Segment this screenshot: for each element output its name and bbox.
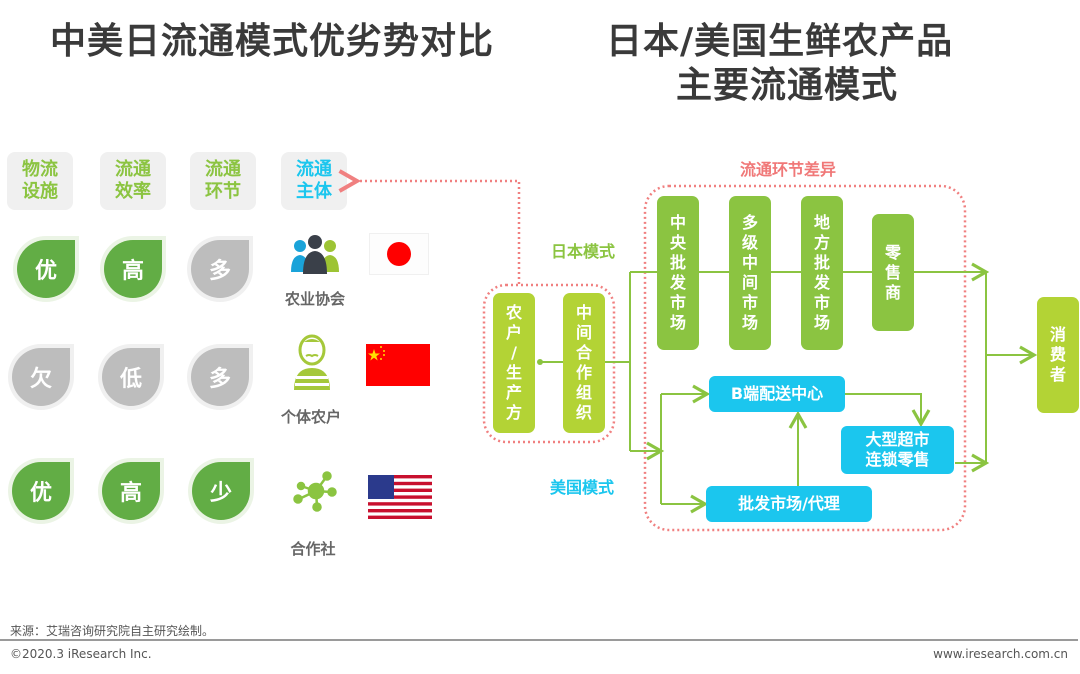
japan-mode-label: 日本模式 — [551, 242, 616, 261]
source-note: 来源：艾瑞咨询研究院自主研究绘制。 — [10, 624, 215, 638]
farmer-producer-node: 农户/生产方 — [493, 293, 535, 433]
consumer-node: 消费者 — [1037, 297, 1079, 413]
wholesale-agent-node: 批发市场/代理 — [706, 486, 872, 522]
intermediate-cooperative-node: 中间合作组织 — [563, 293, 605, 433]
copyright: ©2020.3 iResearch Inc. — [10, 647, 152, 661]
website-url: www.iresearch.com.cn — [933, 647, 1068, 661]
flow-connectors — [338, 169, 1038, 532]
retailer-node: 零售商 — [872, 214, 914, 331]
local-wholesale-market-node: 地方批发市场 — [801, 196, 843, 350]
multi-level-market-node: 多级中间市场 — [729, 196, 771, 350]
difference-label: 流通环节差异 — [740, 160, 837, 179]
us-mode-label: 美国模式 — [550, 478, 615, 497]
link-to-entity-header — [338, 169, 521, 284]
supermarket-chain-node: 大型超市 连锁零售 — [841, 426, 954, 474]
footer-divider — [0, 639, 1078, 641]
central-wholesale-market-node: 中央批发市场 — [657, 196, 699, 350]
b2b-distribution-center-node: B端配送中心 — [709, 376, 845, 412]
